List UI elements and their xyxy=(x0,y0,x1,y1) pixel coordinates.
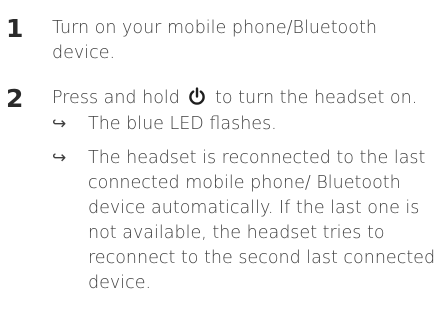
result-item: ↪ The blue LED flashes. xyxy=(52,112,442,137)
result-arrow-icon: ↪ xyxy=(52,114,67,134)
step-number: 1 xyxy=(6,14,24,43)
step-text: Turn on your mobile phone/Bluetooth devi… xyxy=(52,18,377,63)
result-arrow-icon: ↪ xyxy=(52,148,67,168)
step-2: 2 Press and hold to turn the headset on.… xyxy=(0,78,446,317)
step-1: 1 Turn on your mobile phone/Bluetooth de… xyxy=(0,0,446,70)
step-text-before: Press and hold xyxy=(52,88,180,108)
result-item: ↪ The headset is reconnected to the last… xyxy=(52,146,442,316)
step-number: 2 xyxy=(6,84,24,113)
result-text: The headset is reconnected to the last c… xyxy=(88,148,436,293)
result-text: The blue LED flashes. xyxy=(88,114,277,134)
step-text-after: to turn the headset on. xyxy=(215,88,418,108)
step-text: Press and hold to turn the headset on. xyxy=(52,86,437,114)
power-icon xyxy=(188,87,206,114)
